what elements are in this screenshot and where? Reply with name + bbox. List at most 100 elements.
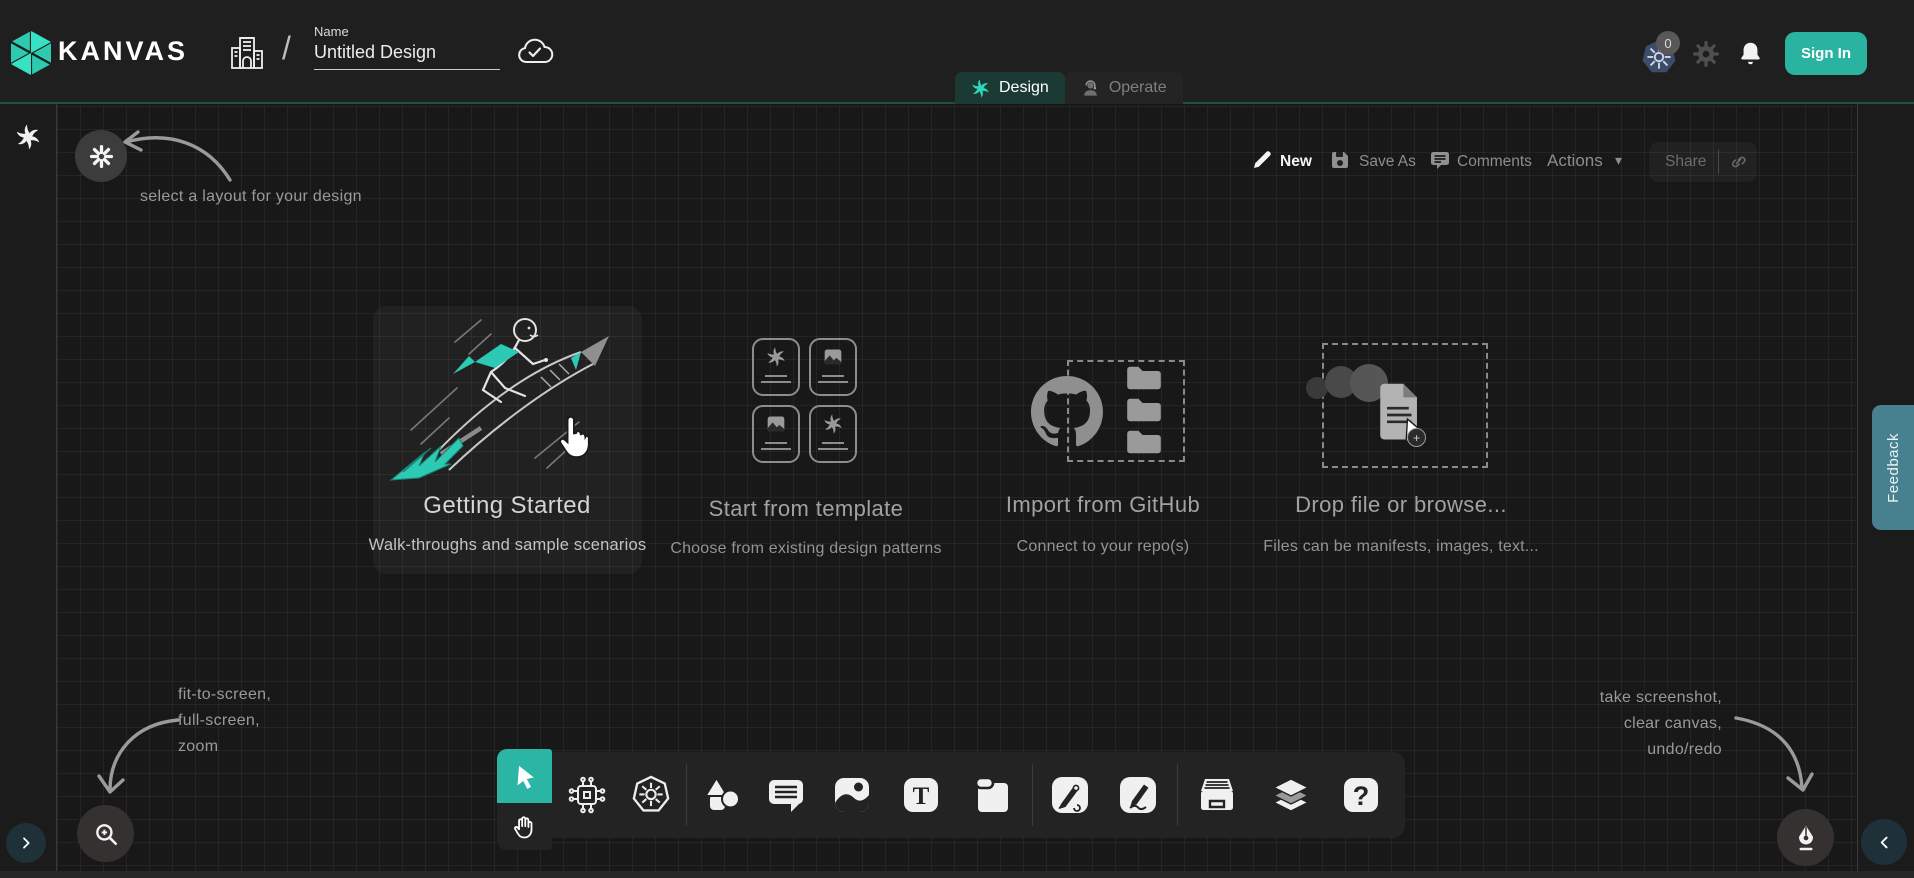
template-thumb <box>809 405 857 463</box>
toolbar-divider <box>1032 764 1033 826</box>
zoom-button[interactable] <box>77 805 134 862</box>
tab-design[interactable]: Design <box>955 72 1065 104</box>
card-template-subtitle: Choose from existing design patterns <box>656 540 956 558</box>
card-github-title[interactable]: Import from GitHub <box>953 492 1253 518</box>
card-getting-started-title: Getting Started <box>377 492 637 520</box>
template-thumb <box>752 338 800 396</box>
pan-tool-button[interactable] <box>497 803 552 850</box>
screenshot-pen-button[interactable] <box>1777 809 1834 866</box>
sticky-note-icon <box>970 774 1012 816</box>
plus-badge-icon: + <box>1407 428 1426 447</box>
layers-tool-button[interactable] <box>1270 774 1312 816</box>
cloud-saved-icon <box>516 38 554 66</box>
share-link-icon <box>1729 153 1747 171</box>
share-button[interactable]: Share <box>1649 142 1757 182</box>
breadcrumb-separator: / <box>282 30 291 67</box>
hand-tool-icon <box>511 813 538 841</box>
hand-pointer-cursor-icon <box>555 414 597 460</box>
design-spiral-icon <box>971 79 990 98</box>
note-tool-button[interactable] <box>970 774 1012 816</box>
layout-hint-arrow <box>112 112 242 192</box>
save-as-icon[interactable] <box>1328 148 1352 172</box>
kubernetes-wheel-icon <box>630 774 672 816</box>
comments-icon[interactable] <box>1428 148 1452 172</box>
screenshot-hint-text: take screenshot, clear canvas, undo/redo <box>1570 685 1722 763</box>
repo-folder-icon <box>1124 428 1164 456</box>
expand-right-panel-button[interactable] <box>1861 819 1907 865</box>
operate-headset-icon <box>1081 79 1100 98</box>
new-pencil-icon[interactable] <box>1250 148 1274 172</box>
pen-tool-icon <box>1049 774 1091 816</box>
image-icon <box>823 347 843 367</box>
notifications-bell-icon[interactable] <box>1737 40 1764 68</box>
design-name-label: Name <box>314 24 349 39</box>
component-tool-button[interactable] <box>566 774 608 816</box>
zoom-hint-arrow <box>92 706 184 802</box>
spiral-icon <box>766 347 786 367</box>
actions-caret-icon[interactable]: ▾ <box>1615 152 1622 169</box>
card-template-thumbnails[interactable] <box>752 338 857 463</box>
new-button[interactable]: New <box>1280 153 1312 171</box>
zoom-hint-text: fit-to-screen, full-screen, zoom <box>178 682 271 760</box>
card-drop-subtitle: Files can be manifests, images, text... <box>1251 538 1551 556</box>
settings-gear-icon[interactable] <box>1692 40 1720 68</box>
svg-text:T: T <box>913 783 930 810</box>
text-icon: T <box>900 774 942 816</box>
drawer-archive-icon <box>1196 774 1238 816</box>
chevron-left-icon <box>1876 834 1893 851</box>
help-tool-button[interactable]: ? <box>1340 774 1382 816</box>
screenshot-hint-arrow <box>1730 702 1814 798</box>
pen-nib-icon <box>1793 824 1819 852</box>
kubernetes-tool-button[interactable] <box>630 774 672 816</box>
feedback-tab[interactable]: Feedback <box>1872 405 1914 530</box>
design-name-input[interactable] <box>314 42 500 70</box>
meshery-spinner-icon[interactable] <box>15 124 41 150</box>
help-question-icon: ? <box>1340 774 1382 816</box>
layout-asterisk-icon <box>89 144 114 169</box>
mode-tabs: Design Operate <box>955 72 1183 104</box>
card-getting-started-subtitle: Walk-throughs and sample scenarios <box>365 536 650 555</box>
toolbar-divider <box>1177 764 1178 826</box>
tab-design-label: Design <box>999 79 1049 97</box>
pencil-draw-icon <box>1117 774 1159 816</box>
share-divider <box>1718 150 1719 174</box>
expand-left-panel-button[interactable] <box>6 823 46 863</box>
feedback-label: Feedback <box>1885 433 1902 503</box>
shapes-icon <box>701 774 743 816</box>
layout-hint-text: select a layout for your design <box>140 184 362 210</box>
image-icon <box>766 414 786 434</box>
header: KANVAS / Name <box>0 0 1914 104</box>
card-drop-title[interactable]: Drop file or browse... <box>1251 492 1551 518</box>
comment-bubble-icon <box>765 774 807 816</box>
github-icon <box>1031 376 1103 448</box>
sign-in-button[interactable]: Sign In <box>1785 32 1867 75</box>
card-getting-started[interactable] <box>373 306 642 574</box>
chevron-right-icon <box>18 835 34 851</box>
cursor-arrow-icon <box>511 762 538 790</box>
pencil-draw-button[interactable] <box>1117 774 1159 816</box>
tab-operate[interactable]: Operate <box>1065 72 1183 104</box>
template-thumb <box>752 405 800 463</box>
actions-menu[interactable]: Actions <box>1547 151 1603 171</box>
repo-folder-icon <box>1124 396 1164 424</box>
card-template-title[interactable]: Start from template <box>656 496 956 522</box>
pen-tool-button[interactable] <box>1049 774 1091 816</box>
kanvas-logo-icon <box>10 30 52 76</box>
text-tool-button[interactable]: T <box>900 774 942 816</box>
shapes-tool-button[interactable] <box>701 774 743 816</box>
magnifier-plus-icon <box>93 821 119 847</box>
drawer-tool-button[interactable] <box>1196 774 1238 816</box>
card-github-subtitle: Connect to your repo(s) <box>953 538 1253 556</box>
select-tool-button[interactable] <box>497 749 552 803</box>
circuit-component-icon <box>566 774 608 816</box>
bottom-edge-strip <box>0 871 1914 878</box>
organization-icon[interactable] <box>228 32 266 72</box>
kanvas-app: KANVAS / Name <box>0 0 1914 878</box>
image-tool-button[interactable] <box>831 774 873 816</box>
comments-button[interactable]: Comments <box>1457 153 1532 171</box>
comment-tool-button[interactable] <box>765 774 807 816</box>
credits-badge: 0 <box>1656 31 1680 55</box>
save-as-button[interactable]: Save As <box>1359 153 1416 171</box>
share-label: Share <box>1665 153 1706 171</box>
left-sidebar <box>0 104 57 871</box>
